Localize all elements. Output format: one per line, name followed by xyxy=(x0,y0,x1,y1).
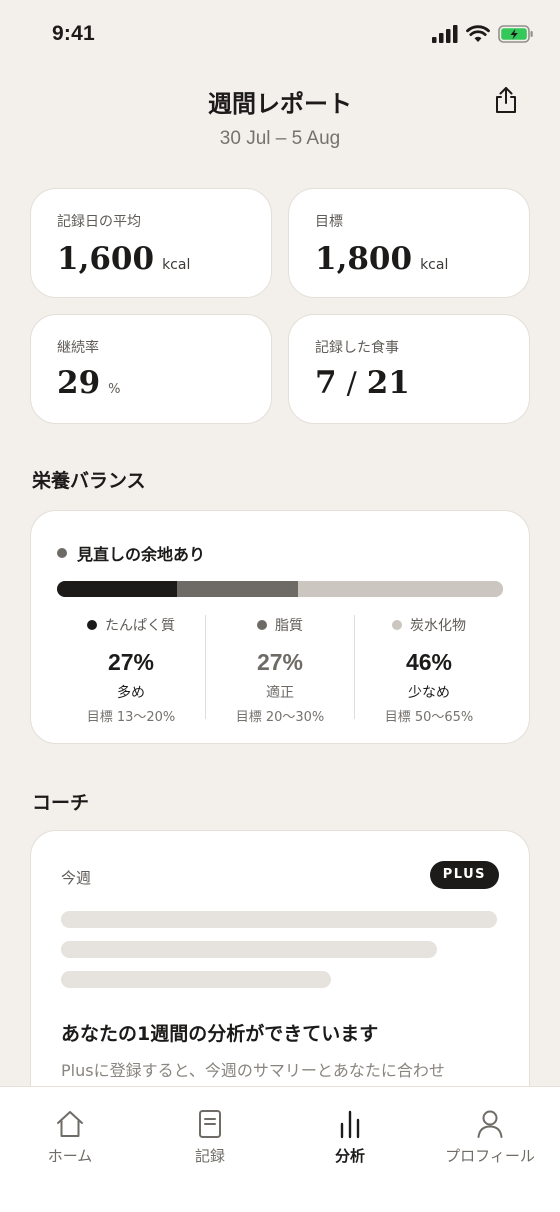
avg-calories-number: 1,600 xyxy=(57,241,155,277)
meals-total-count: 21 xyxy=(366,365,410,401)
tab-home-label: ホーム xyxy=(47,1147,93,1165)
status-dot-icon xyxy=(57,548,67,558)
fat-target: 目標 20〜30% xyxy=(235,710,325,725)
page-title: 週間レポート xyxy=(208,90,352,118)
protein-target: 目標 13〜20% xyxy=(86,710,176,725)
avg-calories-label: 記録日の平均 xyxy=(57,214,141,230)
goal-calories-number: 1,800 xyxy=(315,241,413,277)
macro-balance-bar xyxy=(57,581,503,597)
carbs-status: 少なめ xyxy=(408,685,450,701)
macro-carbs: 炭水化物 46% 少なめ 目標 50〜65% xyxy=(354,615,503,725)
macro-carbs-name-row: 炭水化物 xyxy=(355,615,503,635)
coach-section-title: コーチ xyxy=(32,792,90,814)
tab-analytics-label: 分析 xyxy=(334,1147,365,1165)
meals-logged-card: 記録した食事 7 / 21 xyxy=(288,314,530,424)
streak-card: 継続率 29% xyxy=(30,314,272,424)
goal-calories-value: 1,800 kcal xyxy=(315,241,448,277)
tab-log-label: 記録 xyxy=(194,1147,225,1165)
skeleton-line xyxy=(61,941,437,958)
goal-calories-card: 目標 1,800 kcal xyxy=(288,188,530,298)
nutrition-card: 見直しの余地あり たんぱく質 27% 多め 目標 13〜20% 脂質 27% 適… xyxy=(30,510,530,744)
wifi-icon xyxy=(466,25,490,42)
tab-profile[interactable]: プロフィール xyxy=(420,1087,560,1212)
share-button[interactable] xyxy=(490,84,522,116)
carbs-dot-icon xyxy=(392,620,402,630)
protein-dot-icon xyxy=(87,620,97,630)
streak-unit: % xyxy=(108,382,121,397)
tab-analytics[interactable]: 分析 xyxy=(280,1087,420,1212)
avg-calories-card: 記録日の平均 1,600 kcal xyxy=(30,188,272,298)
avg-calories-unit: kcal xyxy=(162,257,191,273)
streak-label: 継続率 xyxy=(57,340,99,356)
meals-logged-count: 7 xyxy=(315,365,337,401)
tab-profile-label: プロフィール xyxy=(445,1147,535,1165)
macro-fat-name-row: 脂質 xyxy=(206,615,354,635)
carbs-target: 目標 50〜65% xyxy=(384,710,474,725)
tab-log[interactable]: 記録 xyxy=(140,1087,280,1212)
fat-bar-segment xyxy=(177,581,298,597)
share-icon xyxy=(496,87,516,113)
nutrition-section-title: 栄養バランス xyxy=(32,470,146,492)
goal-calories-unit: kcal xyxy=(420,257,449,273)
plus-badge[interactable]: PLUS xyxy=(429,861,499,889)
carbs-label: 炭水化物 xyxy=(410,618,466,634)
analytics-icon xyxy=(340,1110,360,1139)
meals-separator: / xyxy=(346,366,357,401)
protein-percent: 27% xyxy=(107,649,155,675)
notebook-icon xyxy=(199,1110,221,1138)
status-icons xyxy=(432,24,534,44)
meals-logged-label: 記録した食事 xyxy=(315,340,399,356)
fat-percent: 27% xyxy=(256,649,304,675)
fat-label: 脂質 xyxy=(275,618,303,634)
coach-description: Plusに登録すると、今週のサマリーとあなたに合わせ xyxy=(61,1061,445,1080)
date-range: 30 Jul – 5 Aug xyxy=(219,128,341,149)
macro-fat: 脂質 27% 適正 目標 20〜30% xyxy=(205,615,354,725)
nutrition-status-text: 見直しの余地あり xyxy=(77,545,206,564)
protein-status: 多め xyxy=(117,685,145,701)
macro-protein-name-row: たんぱく質 xyxy=(57,615,205,635)
tab-bar: ホーム 記録 分析 プロフィール xyxy=(0,1086,560,1212)
status-time: 9:41 xyxy=(52,22,95,45)
nutrition-status: 見直しの余地あり xyxy=(57,541,205,565)
fat-status: 適正 xyxy=(266,685,294,701)
goal-calories-label: 目標 xyxy=(315,214,343,230)
carbs-percent: 46% xyxy=(405,649,453,675)
status-bar: 9:41 xyxy=(0,0,560,72)
battery-charging-icon xyxy=(498,25,533,43)
avg-calories-value: 1,600 kcal xyxy=(57,241,190,277)
coach-week-label: 今週 xyxy=(61,869,92,887)
skeleton-line xyxy=(61,911,497,928)
streak-number: 29 xyxy=(57,365,101,401)
protein-label: たんぱく質 xyxy=(105,618,175,634)
macro-protein: たんぱく質 27% 多め 目標 13〜20% xyxy=(57,615,205,725)
fat-dot-icon xyxy=(257,620,267,630)
carbs-bar-segment xyxy=(297,581,503,597)
skeleton-line xyxy=(61,971,331,988)
cellular-signal-icon xyxy=(432,25,458,43)
tab-home[interactable]: ホーム xyxy=(0,1087,140,1212)
coach-headline: あなたの1週間の分析ができています xyxy=(61,1023,379,1045)
macro-breakdown: たんぱく質 27% 多め 目標 13〜20% 脂質 27% 適正 目標 20〜3… xyxy=(57,615,503,725)
home-icon xyxy=(57,1111,83,1137)
streak-value: 29% xyxy=(57,365,121,401)
protein-bar-segment xyxy=(57,581,178,597)
meals-logged-value: 7 / 21 xyxy=(315,365,410,401)
profile-icon xyxy=(477,1110,503,1138)
